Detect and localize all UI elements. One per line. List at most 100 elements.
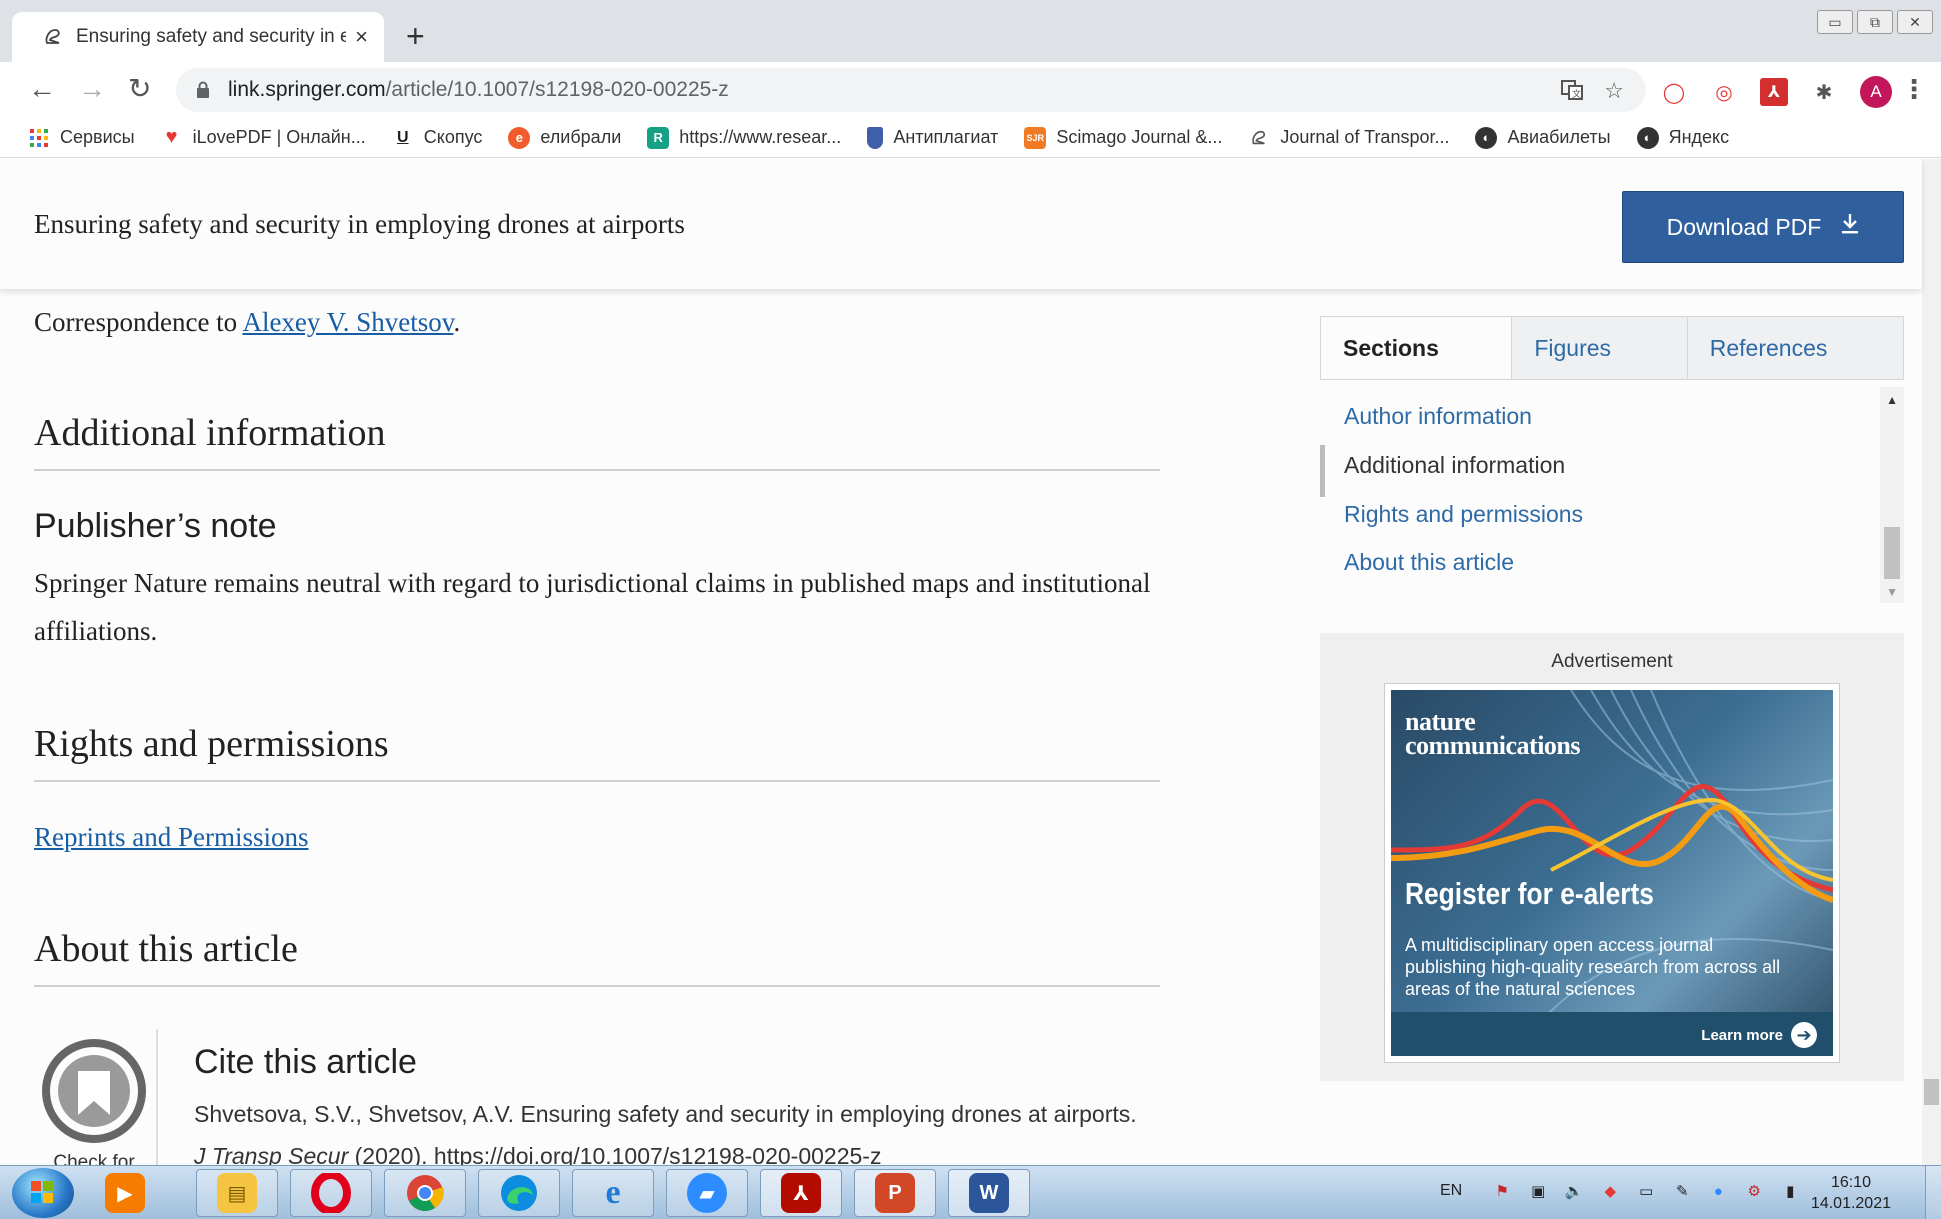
close-window-button[interactable]: ✕ (1897, 10, 1933, 34)
pen-icon[interactable]: ✎ (1670, 1180, 1694, 1202)
bookmark-star-icon[interactable]: ☆ (1604, 78, 1624, 104)
bookmark-researchgate[interactable]: R https://www.resear... (647, 126, 841, 149)
bookmark-services[interactable]: Сервисы (28, 127, 135, 149)
puzzle-extensions-icon[interactable]: ✱ (1810, 78, 1838, 106)
bookmark-scimago[interactable]: SJR Scimago Journal &... (1024, 126, 1223, 149)
close-tab-icon[interactable]: × (355, 24, 368, 50)
bookmark-journal-transport[interactable]: Journal of Transpor... (1248, 127, 1449, 149)
section-link-rights-and-permissions[interactable]: Rights and permissions (1344, 501, 1583, 528)
system-clock[interactable]: 16:10 14.01.2021 (1811, 1172, 1891, 1214)
taskbar-internet-explorer[interactable]: e (572, 1169, 654, 1217)
media-player-icon: ▶ (105, 1173, 145, 1213)
tab-figures[interactable]: Figures (1512, 317, 1688, 379)
ad-headline: Register for e-alerts (1405, 876, 1654, 911)
start-button[interactable] (12, 1168, 74, 1218)
taskbar-word[interactable]: W (948, 1169, 1030, 1217)
globe-icon: ◐ (1636, 126, 1659, 149)
browser-tab[interactable]: Ensuring safety and security in em × (12, 12, 384, 62)
section-link-author-information[interactable]: Author information (1344, 403, 1532, 430)
taskbar-acrobat[interactable]: ⅄ (760, 1169, 842, 1217)
shield-icon (867, 126, 884, 149)
u-icon: U (396, 128, 409, 146)
correspondence-prefix: Correspondence to (34, 307, 243, 337)
browser-menu-icon[interactable]: ⋮ (1901, 74, 1927, 105)
bookmark-antiplagiat[interactable]: Антиплагиат (867, 126, 998, 149)
reload-icon[interactable]: ↻ (128, 74, 151, 104)
scroll-up-arrow-icon[interactable]: ▲ (1886, 393, 1898, 407)
usb-icon[interactable]: ⚙ (1742, 1180, 1766, 1202)
page-scroll-thumb[interactable] (1924, 1079, 1939, 1105)
volume-icon[interactable]: 🔈 (1562, 1180, 1586, 1202)
windows-taskbar: ▶ ▤ e ▰ ⅄ P W EN ⚑ ▣ 🔈 ◆ ▭ ✎ ● ⚙ ▮ 16:10… (0, 1165, 1941, 1219)
profile-avatar[interactable]: A (1860, 76, 1892, 108)
citation-authors: Shvetsova, S.V., Shvetsov, A.V. Ensuring… (194, 1101, 1137, 1127)
adobe-cloud-icon[interactable]: ◯ (1660, 78, 1688, 106)
sjr-icon: SJR (1024, 126, 1047, 149)
taskbar-zoom[interactable]: ▰ (666, 1169, 748, 1217)
minimize-button[interactable]: ▭ (1817, 10, 1853, 34)
forward-arrow-icon[interactable]: → (78, 74, 106, 104)
bookmark-label: Сервисы (60, 127, 135, 147)
system-tray: EN ⚑ ▣ 🔈 ◆ ▭ ✎ ● ⚙ ▮ (1440, 1180, 1814, 1202)
acrobat-extension-icon[interactable]: ⅄ (1760, 78, 1788, 106)
taskbar-edge[interactable] (478, 1169, 560, 1217)
bookmark-label: Авиабилеты (1507, 127, 1611, 147)
nature-communications-logo: nature communications (1405, 707, 1581, 760)
back-arrow-icon[interactable]: ← (28, 74, 56, 104)
flag-icon[interactable]: ⚑ (1490, 1180, 1514, 1202)
section-link-about-this-article[interactable]: About this article (1344, 549, 1514, 576)
bookmark-ilovepdf[interactable]: ♥ iLovePDF | Онлайн... (161, 126, 366, 149)
sidebar-tabs: Sections Figures References (1320, 316, 1904, 380)
reprints-permissions-link[interactable]: Reprints and Permissions (34, 822, 309, 852)
page-viewport: Ensuring safety and security in employin… (0, 159, 1941, 1165)
taskbar-chrome[interactable] (384, 1169, 466, 1217)
power-icon[interactable]: ▮ (1778, 1180, 1802, 1202)
tab-sections[interactable]: Sections (1321, 317, 1513, 379)
arrow-right-icon[interactable]: ➔ (1791, 1022, 1817, 1048)
opera-addon-icon[interactable]: ◎ (1710, 78, 1738, 106)
article-title: Ensuring safety and security in employin… (34, 209, 685, 239)
new-tab-button[interactable]: + (406, 20, 425, 52)
edge-icon (499, 1173, 539, 1213)
taskbar-media-player[interactable]: ▶ (100, 1169, 150, 1217)
bookmark-label: Journal of Transpor... (1280, 127, 1450, 147)
sections-scroll-thumb[interactable] (1884, 527, 1900, 579)
acrobat-icon: ⅄ (781, 1173, 821, 1213)
bookmark-scopus[interactable]: U Скопус (392, 127, 483, 149)
citation-doi: (2020). https://doi.org/10.1007/s12198-0… (348, 1143, 882, 1165)
check-for-updates-badge[interactable]: Check for updates (34, 1037, 154, 1165)
reprints-paragraph: Reprints and Permissions (34, 813, 1160, 861)
restore-button[interactable]: ⧉ (1857, 10, 1893, 34)
bookmark-label: Scimago Journal &... (1056, 127, 1223, 147)
section-link-additional-information[interactable]: Additional information (1344, 452, 1565, 479)
bookmark-aviabilety[interactable]: ◐ Авиабилеты (1475, 126, 1611, 149)
antivirus-icon[interactable]: ◆ (1598, 1180, 1622, 1202)
language-indicator[interactable]: EN (1440, 1182, 1462, 1200)
zoom-tray-icon[interactable]: ● (1706, 1180, 1730, 1202)
taskbar-powerpoint[interactable]: P (854, 1169, 936, 1217)
cite-divider (156, 1029, 158, 1165)
network-icon[interactable]: ▣ (1526, 1180, 1550, 1202)
translate-icon[interactable]: 文 (1560, 78, 1584, 108)
internet-explorer-icon: e (605, 1174, 621, 1211)
download-pdf-button[interactable]: Download PDF (1622, 191, 1904, 263)
heart-icon: ♥ (165, 126, 178, 148)
rights-heading: Rights and permissions (34, 722, 1160, 782)
bookmark-yandex[interactable]: ◐ Яндекс (1636, 126, 1729, 149)
tab-references[interactable]: References (1688, 317, 1903, 379)
advertisement-banner[interactable]: nature communications Register for e-ale… (1384, 683, 1840, 1063)
page-scrollbar[interactable] (1922, 159, 1941, 1165)
sections-scrollbar[interactable]: ▲ ▼ (1880, 387, 1904, 603)
taskbar-file-explorer[interactable]: ▤ (196, 1169, 278, 1217)
opera-icon (311, 1173, 351, 1213)
address-bar[interactable]: link.springer.com/article/10.1007/s12198… (176, 68, 1646, 112)
bookmark-elibrary[interactable]: e елибрали (508, 126, 621, 149)
correspondence-author-link[interactable]: Alexey V. Shvetsov (242, 307, 453, 337)
powerpoint-icon: P (875, 1173, 915, 1213)
scroll-down-arrow-icon[interactable]: ▼ (1886, 585, 1898, 599)
taskbar-opera[interactable] (290, 1169, 372, 1217)
show-desktop-button[interactable] (1925, 1166, 1941, 1219)
display-icon[interactable]: ▭ (1634, 1180, 1658, 1202)
bookmark-label: Скопус (423, 127, 483, 147)
ad-learn-more-link[interactable]: Learn more (1701, 1027, 1783, 1044)
